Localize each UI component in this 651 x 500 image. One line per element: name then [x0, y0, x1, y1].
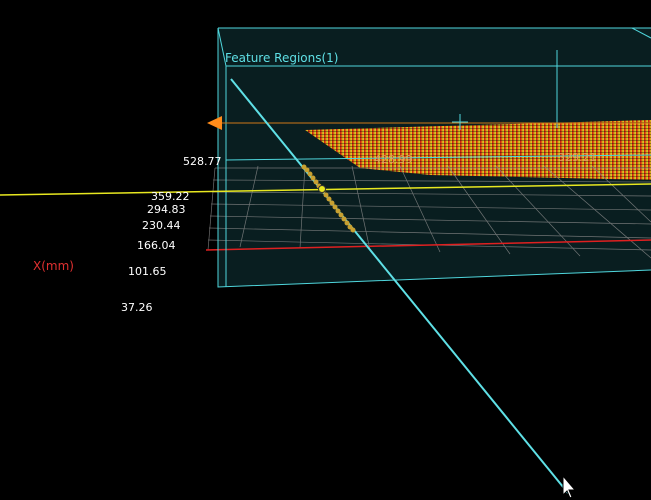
3d-viewport[interactable] [0, 0, 651, 500]
tick-label: 359.22 [151, 190, 190, 203]
x-axis-title: X(mm) [33, 259, 74, 273]
inner-depth-label: 329.21 [558, 151, 597, 164]
feature-region-title: Feature Regions(1) [225, 51, 339, 65]
tick-label: 101.65 [128, 265, 167, 278]
inner-depth-label: 428.99 [374, 153, 413, 166]
tick-label: 166.04 [137, 239, 176, 252]
tick-label: 294.83 [147, 203, 186, 216]
triangle-marker-icon[interactable] [207, 116, 222, 130]
tick-label: 37.26 [121, 301, 153, 314]
tick-label: 528.77 [183, 155, 222, 168]
intersection-point[interactable] [318, 185, 326, 193]
tick-label: 230.44 [142, 219, 181, 232]
mouse-cursor-icon [562, 474, 577, 499]
